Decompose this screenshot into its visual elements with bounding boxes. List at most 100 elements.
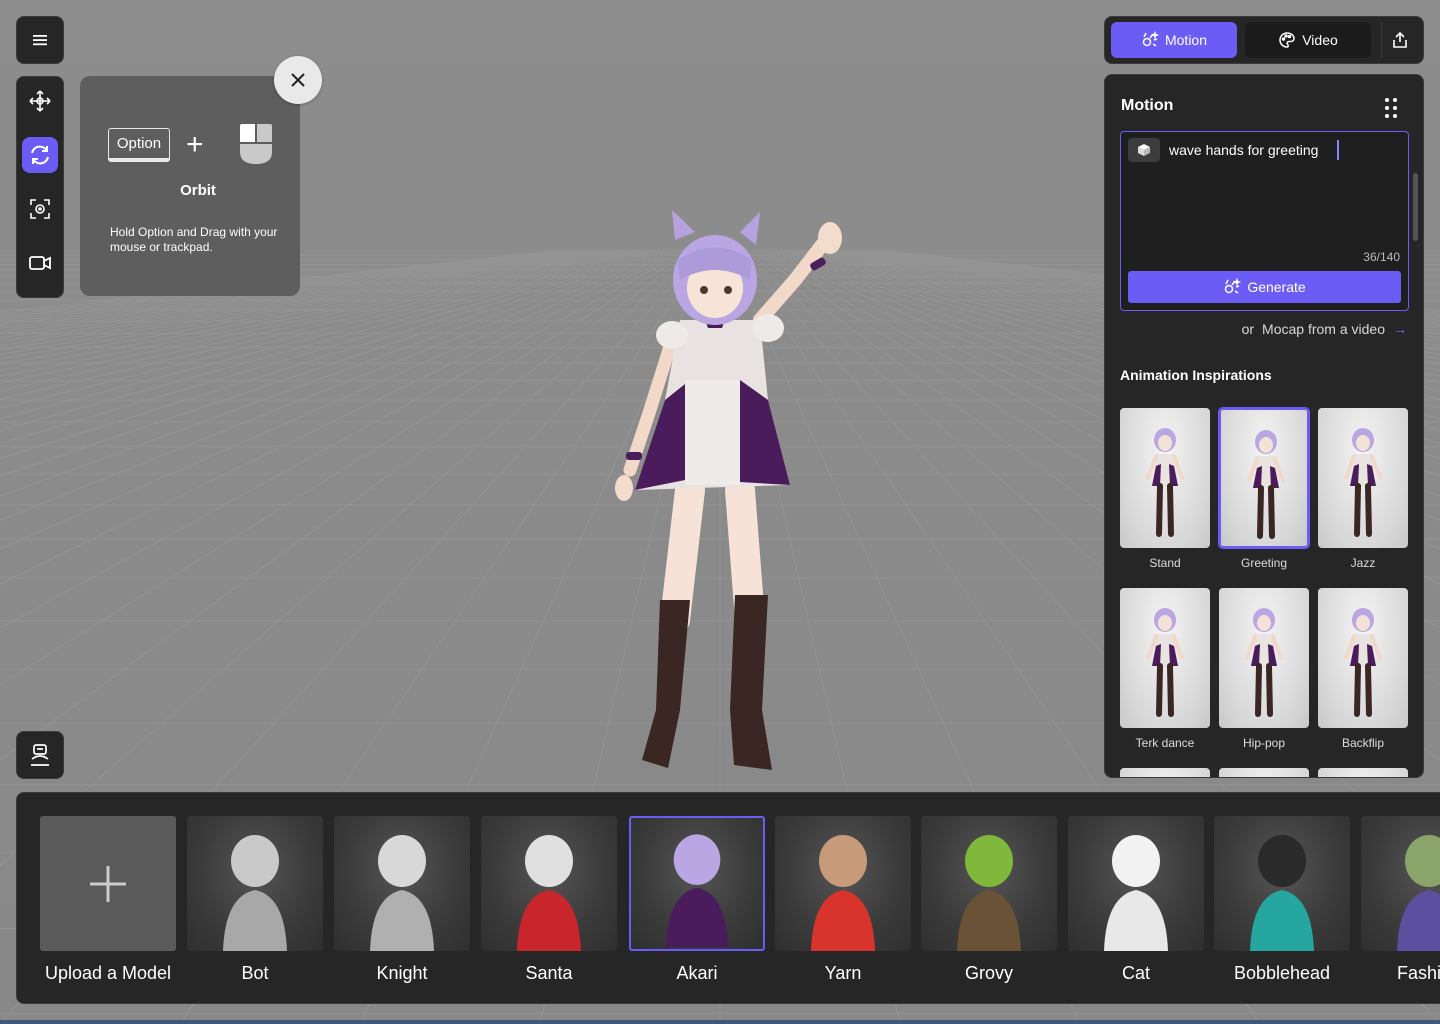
- palette-icon: [1279, 32, 1295, 48]
- focus-target-icon: [30, 199, 50, 219]
- inspiration-label: Backflip: [1341, 736, 1385, 750]
- arrow-right-icon: →: [1393, 321, 1407, 337]
- model-thumb: [334, 816, 470, 951]
- mocap-link[interactable]: Mocap from a video: [1262, 321, 1385, 337]
- model-card[interactable]: Fashion: [1361, 816, 1440, 984]
- inspiration-item[interactable]: Hip-pop: [1219, 588, 1309, 750]
- model-thumb: [775, 816, 911, 951]
- model-label: Santa: [525, 963, 573, 983]
- option-key-label: Option: [108, 128, 170, 162]
- model-label: Bobblehead: [1233, 963, 1331, 983]
- model-label: Knight: [376, 963, 428, 983]
- model-label: Grovy: [964, 963, 1013, 983]
- inspiration-item-partial[interactable]: [1120, 768, 1210, 777]
- inspiration-thumb: [1318, 588, 1408, 728]
- inspiration-label: Greeting: [1240, 556, 1288, 570]
- model-card[interactable]: Yarn: [775, 816, 911, 984]
- model-library-bar: Upload a Model Bot Knight Santa Akari Yarn Gr…: [16, 792, 1440, 1004]
- inspiration-thumb: [1219, 588, 1309, 728]
- model-label: Akari: [676, 963, 718, 983]
- model-card[interactable]: Santa: [481, 816, 617, 984]
- share-button[interactable]: [1381, 22, 1417, 58]
- inspiration-thumb: [1318, 768, 1408, 777]
- inspiration-thumb: [1120, 408, 1210, 548]
- more-options-icon[interactable]: [1383, 97, 1399, 119]
- inspiration-item[interactable]: Terk dance: [1120, 588, 1210, 750]
- inspiration-item[interactable]: Greeting: [1219, 408, 1309, 570]
- model-thumb: [187, 816, 323, 951]
- plus-icon: [90, 865, 126, 902]
- motion-panel: Motion wave hands for greeting 36/140 Ge…: [1104, 74, 1424, 778]
- viewport-toolbar: [16, 76, 64, 298]
- inspiration-label: Hip-pop: [1242, 736, 1286, 750]
- camera-tool-button[interactable]: [22, 245, 58, 281]
- orbit-description: Hold Option and Drag with your mouse or …: [110, 225, 278, 254]
- model-thumb: [1361, 816, 1440, 951]
- inspiration-item-partial[interactable]: [1219, 768, 1309, 777]
- share-upload-icon: [1392, 31, 1407, 48]
- orbit-tool-button[interactable]: [22, 137, 58, 173]
- tab-motion-label: Motion: [1164, 32, 1208, 48]
- upload-model-card[interactable]: Upload a Model: [40, 816, 176, 984]
- model-label: Yarn: [824, 963, 862, 983]
- model-thumb: [1214, 816, 1350, 951]
- inspiration-item[interactable]: Backflip: [1318, 588, 1408, 750]
- generate-button[interactable]: Generate: [1128, 271, 1401, 303]
- model-thumb: [481, 816, 617, 951]
- inspiration-item-partial[interactable]: [1318, 768, 1408, 777]
- model-library-toggle-button[interactable]: [16, 731, 64, 779]
- model-card[interactable]: Grovy: [921, 816, 1057, 984]
- model-card[interactable]: Akari: [629, 816, 765, 984]
- prompt-text: wave hands for greeting: [1169, 142, 1319, 158]
- orbit-title: Orbit: [180, 182, 216, 199]
- mocap-prefix: or: [1241, 321, 1255, 337]
- char-count: 36/140: [1363, 250, 1400, 264]
- inspiration-label: Terk dance: [1135, 736, 1195, 750]
- motion-panel-title: Motion: [1121, 97, 1174, 114]
- move-arrows-icon: [29, 90, 51, 112]
- focus-tool-button[interactable]: [22, 191, 58, 227]
- model-select-chip[interactable]: [1128, 138, 1160, 162]
- tab-video[interactable]: Video: [1245, 22, 1371, 58]
- inspiration-thumb: [1219, 768, 1309, 777]
- mouse-icon: [240, 124, 272, 164]
- model-card[interactable]: Bobblehead: [1214, 816, 1350, 984]
- inspiration-thumb: [1219, 408, 1309, 548]
- avatar-stand-icon: [31, 744, 49, 766]
- inspiration-thumb: [1120, 768, 1210, 777]
- inspiration-label: Stand: [1149, 556, 1181, 570]
- tab-motion[interactable]: Motion: [1111, 22, 1237, 58]
- upload-model-label: Upload a Model: [44, 963, 172, 983]
- inspiration-label: Jazz: [1350, 556, 1376, 570]
- inspirations-title: Animation Inspirations: [1120, 367, 1272, 383]
- model-label: Cat: [1121, 963, 1150, 983]
- close-hint-button[interactable]: [274, 56, 322, 104]
- tab-video-label: Video: [1302, 32, 1338, 48]
- orbit-hint-card: Option + Orbit Hold Option and Drag with…: [80, 76, 300, 296]
- video-camera-icon: [29, 256, 51, 270]
- model-card[interactable]: Bot: [187, 816, 323, 984]
- cube-icon: [1138, 144, 1150, 156]
- panel-scrollbar[interactable]: [1413, 173, 1418, 241]
- inspiration-item[interactable]: Stand: [1120, 408, 1210, 570]
- model-thumb: [1068, 816, 1204, 951]
- model-thumb: [921, 816, 1057, 951]
- model-card[interactable]: Knight: [334, 816, 470, 984]
- menu-button[interactable]: [16, 16, 64, 64]
- inspiration-thumb: [1318, 408, 1408, 548]
- model-card[interactable]: Cat: [1068, 816, 1204, 984]
- inspiration-item[interactable]: Jazz: [1318, 408, 1408, 570]
- akari-character-model[interactable]: [590, 200, 860, 780]
- upload-thumb: [40, 816, 176, 951]
- model-label: Bot: [241, 963, 269, 983]
- mode-tabs: Motion Video: [1104, 16, 1424, 64]
- plus-sign: +: [186, 128, 204, 161]
- move-tool-button[interactable]: [22, 83, 58, 119]
- inspiration-thumb: [1120, 588, 1210, 728]
- close-icon: [291, 73, 305, 87]
- orbit-rotate-icon: [31, 145, 49, 165]
- generate-label: Generate: [1247, 279, 1306, 295]
- motion-prompt-input[interactable]: wave hands for greeting 36/140 Generate: [1120, 131, 1409, 311]
- bottom-edge-strip: [0, 1020, 1440, 1024]
- motion-sparkle-icon: [1142, 31, 1159, 47]
